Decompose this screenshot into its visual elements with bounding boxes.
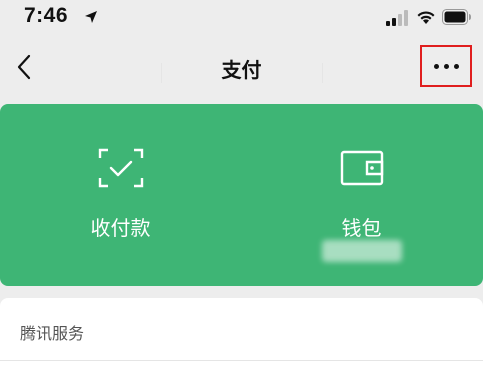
wallet-label: 钱包 (341, 216, 382, 240)
wechat-pay-screen: 7:46 支付 收付款 钱包 腾讯服务 (0, 0, 483, 370)
wifi-icon (417, 11, 435, 24)
location-arrow-icon (85, 11, 97, 23)
cellular-signal-icon (386, 10, 408, 26)
scan-check-icon (98, 148, 143, 188)
wallet-icon (340, 150, 383, 186)
battery-icon (442, 9, 471, 25)
status-bar: 7:46 (0, 0, 483, 38)
wallet-balance-blurred (322, 240, 402, 262)
page-title: 支付 (221, 58, 262, 82)
divider (0, 360, 483, 361)
grid-divider (322, 63, 323, 83)
pay-card: 收付款 钱包 (0, 104, 483, 286)
more-dots-icon (433, 63, 459, 69)
status-time: 7:46 (24, 4, 69, 27)
receive-pay-button[interactable]: 收付款 (0, 104, 241, 286)
tencent-services-section: 腾讯服务 (0, 298, 483, 370)
grid-divider (161, 63, 162, 83)
section-title: 腾讯服务 (20, 324, 85, 343)
more-options-button[interactable] (420, 45, 472, 87)
navigation-bar: 支付 (0, 38, 483, 98)
receive-pay-label: 收付款 (90, 216, 151, 240)
